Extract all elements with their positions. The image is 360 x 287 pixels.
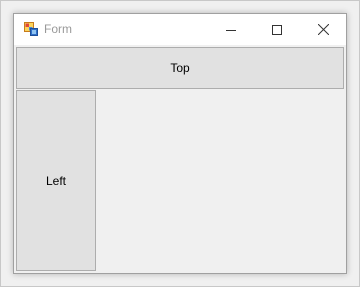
top-button[interactable]: Top	[16, 47, 344, 89]
close-button[interactable]	[300, 14, 346, 45]
client-area: Top Left	[14, 45, 346, 273]
windows-form-icon	[24, 22, 38, 36]
left-button-label: Left	[45, 173, 66, 188]
top-button-label: Top	[170, 61, 190, 75]
window-title: Form	[44, 22, 72, 36]
minimize-button[interactable]	[208, 14, 254, 45]
maximize-icon	[272, 24, 282, 35]
close-icon	[317, 24, 329, 35]
form-window: Form Top Left	[13, 13, 347, 274]
minimize-icon	[226, 25, 236, 35]
left-button[interactable]: Left	[16, 90, 96, 271]
maximize-button[interactable]	[254, 14, 300, 45]
title-bar[interactable]: Form	[14, 14, 346, 45]
